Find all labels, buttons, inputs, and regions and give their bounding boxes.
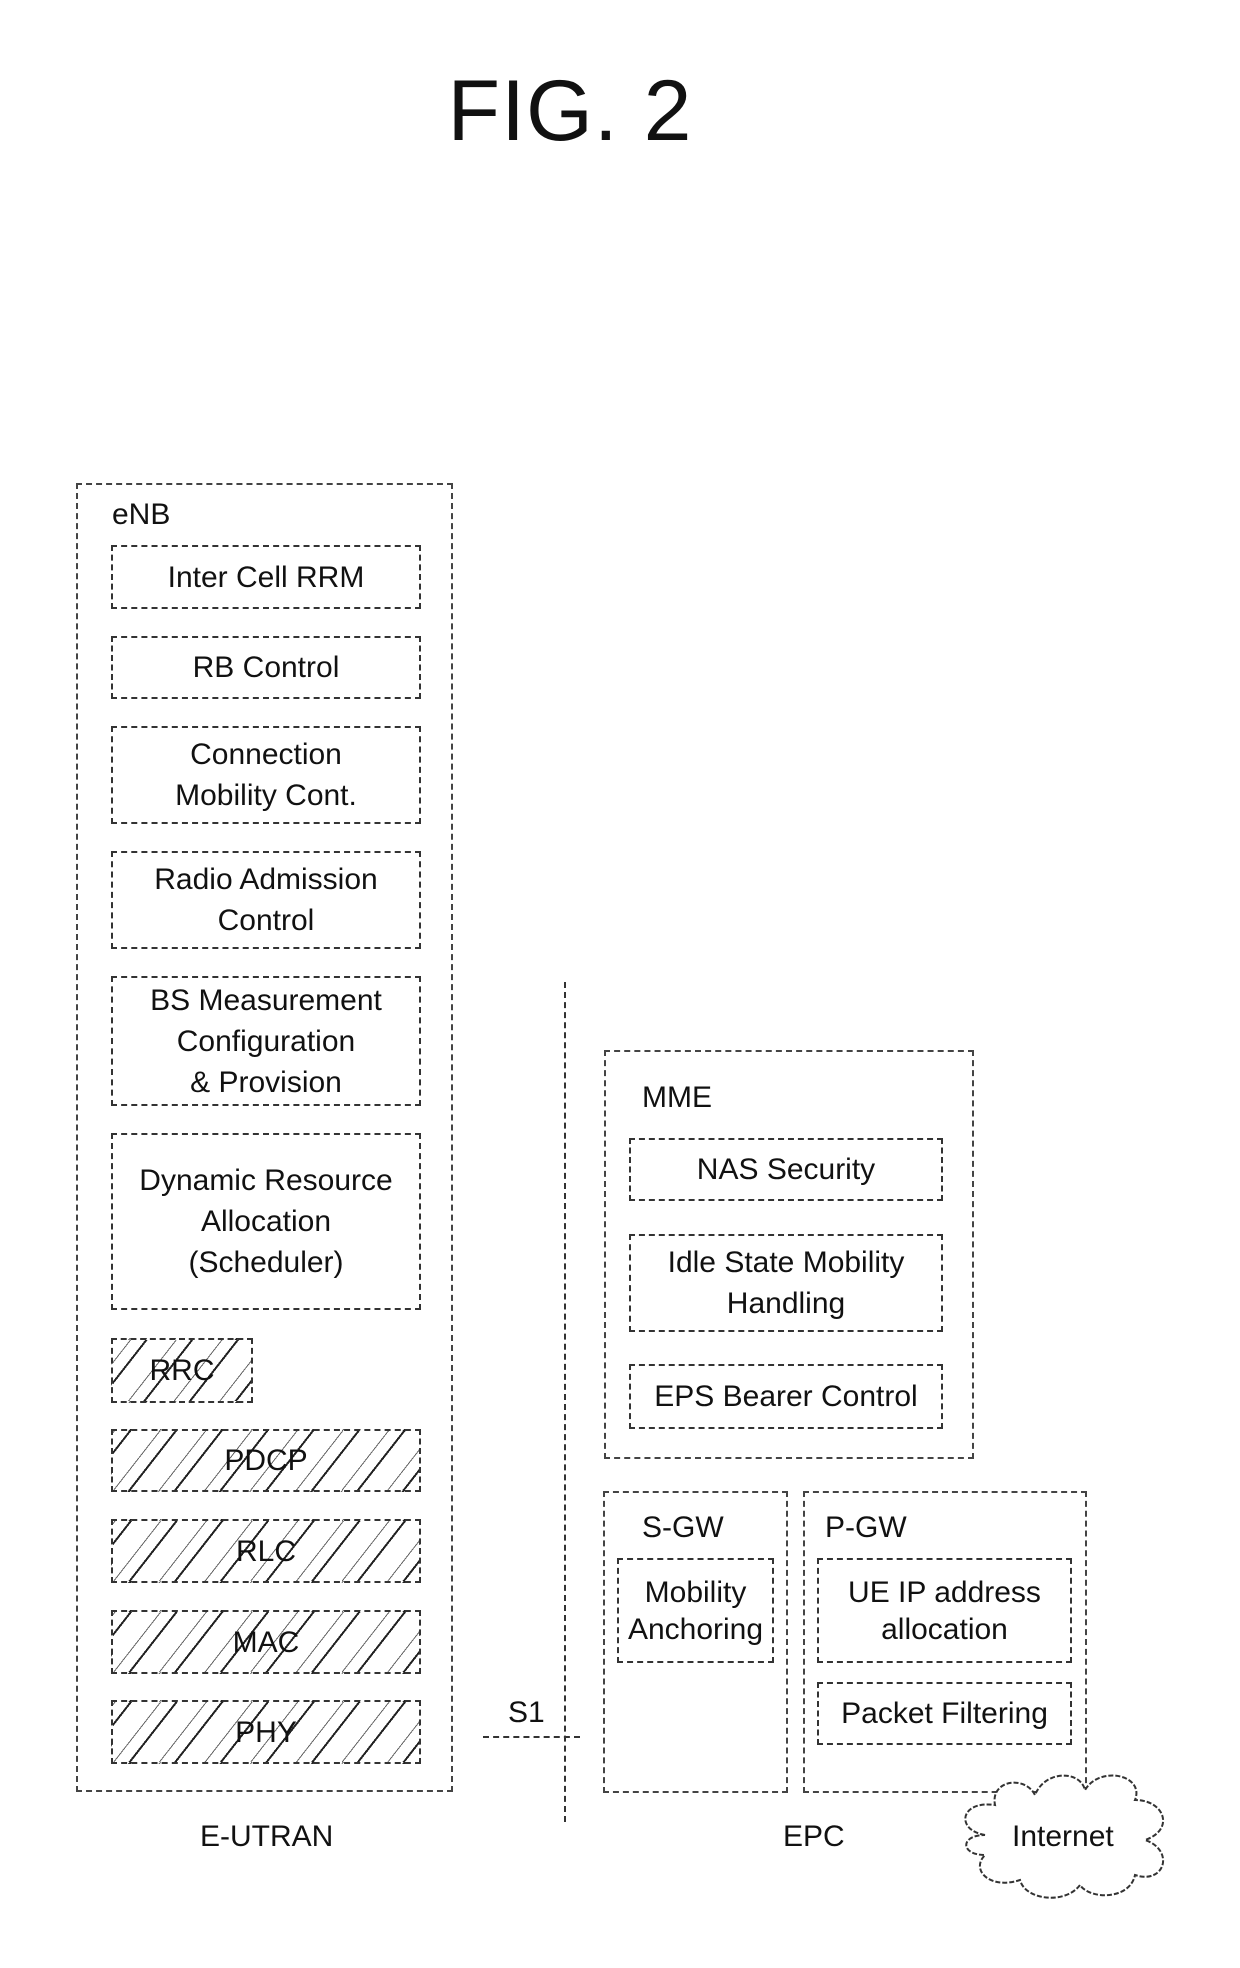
enb-block-mac: MAC	[111, 1610, 421, 1674]
mme-block-idle-state-mobility: Idle State Mobility Handling	[629, 1234, 943, 1332]
sgw-block-mobility-anchoring: Mobility Anchoring	[617, 1558, 774, 1663]
phy-label: PHY	[235, 1715, 297, 1749]
enb-block-pdcp: PDCP	[111, 1429, 421, 1492]
pdcp-label: PDCP	[224, 1444, 308, 1477]
mme-label: MME	[642, 1081, 712, 1114]
enb-block-rb-control: RB Control	[111, 636, 421, 699]
enb-block-dynamic-resource: Dynamic Resource Allocation (Scheduler)	[111, 1133, 421, 1310]
enb-block-phy: PHY	[111, 1700, 421, 1764]
enb-block-inter-cell-rrm: Inter Cell RRM	[111, 545, 421, 609]
enb-block-rrc: RRC	[111, 1338, 253, 1403]
rlc-label: RLC	[235, 1534, 296, 1568]
sgw-label: S-GW	[642, 1511, 724, 1544]
enb-block-radio-admission: Radio Admission Control	[111, 851, 421, 949]
pgw-block-ue-ip-allocation: UE IP address allocation	[817, 1558, 1072, 1663]
epc-caption: EPC	[783, 1820, 845, 1853]
enb-block-bs-measurement: BS Measurement Configuration & Provision	[111, 976, 421, 1106]
mac-label: MAC	[232, 1625, 300, 1659]
enb-label: eNB	[112, 498, 171, 531]
s1-boundary-line	[564, 982, 566, 1822]
mme-block-eps-bearer-control: EPS Bearer Control	[629, 1364, 943, 1429]
rrc-label: RRC	[149, 1354, 215, 1387]
pgw-label: P-GW	[825, 1511, 907, 1544]
internet-label: Internet	[1012, 1820, 1114, 1853]
s1-interface-line	[483, 1736, 580, 1738]
mme-block-nas-security: NAS Security	[629, 1138, 943, 1201]
enb-block-rlc: RLC	[111, 1519, 421, 1583]
pgw-block-packet-filtering: Packet Filtering	[817, 1682, 1072, 1745]
s1-label: S1	[508, 1696, 545, 1729]
figure-title: FIG. 2	[447, 63, 693, 159]
e-utran-caption: E-UTRAN	[200, 1820, 334, 1853]
enb-block-connection-mobility: Connection Mobility Cont.	[111, 726, 421, 824]
